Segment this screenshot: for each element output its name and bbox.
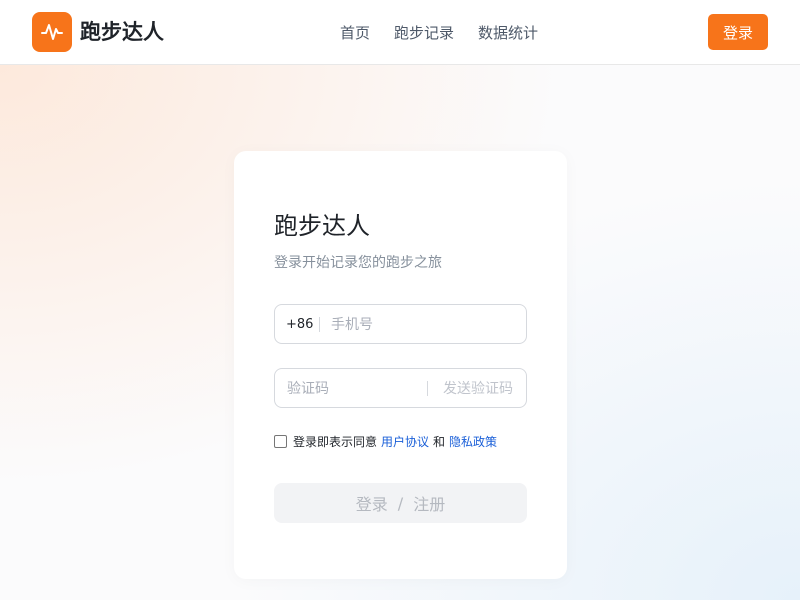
login-subtitle: 登录开始记录您的跑步之旅 xyxy=(274,255,442,271)
code-divider xyxy=(427,381,428,396)
agreement-and: 和 xyxy=(433,435,446,449)
terms-link[interactable]: 用户协议 xyxy=(381,433,429,450)
submit-login-label: 登录 xyxy=(355,495,388,514)
phone-input[interactable] xyxy=(331,314,516,336)
send-code-button[interactable]: 发送验证码 xyxy=(443,379,513,399)
privacy-link[interactable]: 隐私政策 xyxy=(449,433,497,450)
nav-item-home[interactable]: 首页 xyxy=(340,23,370,43)
nav-item-run-records[interactable]: 跑步记录 xyxy=(394,23,454,43)
agreement-checkbox[interactable] xyxy=(274,435,287,448)
main-nav: 首页 跑步记录 数据统计 xyxy=(340,23,562,43)
phone-field: +86 xyxy=(274,304,527,344)
submit-separator: / xyxy=(397,493,404,513)
login-title: 跑步达人 xyxy=(274,212,370,240)
country-code[interactable]: +86 xyxy=(286,316,313,334)
app-logo xyxy=(32,12,72,52)
verification-code-input[interactable] xyxy=(287,378,417,400)
login-card: 跑步达人 登录开始记录您的跑步之旅 +86 发送验证码 登录即表示同意 用户协议… xyxy=(234,151,567,579)
nav-item-statistics[interactable]: 数据统计 xyxy=(478,23,538,43)
agreement-prefix: 登录即表示同意 xyxy=(293,435,378,449)
pulse-icon xyxy=(41,24,63,40)
login-register-button[interactable]: 登录 / 注册 xyxy=(274,483,527,523)
agreement-row: 登录即表示同意 用户协议 和 隐私政策 xyxy=(274,433,501,450)
app-name: 跑步达人 xyxy=(80,20,164,44)
top-header: 跑步达人 首页 跑步记录 数据统计 登录 xyxy=(0,0,800,65)
submit-register-label: 注册 xyxy=(413,495,446,514)
phone-divider xyxy=(319,317,320,332)
code-field: 发送验证码 xyxy=(274,368,527,408)
header-login-button[interactable]: 登录 xyxy=(708,14,768,50)
